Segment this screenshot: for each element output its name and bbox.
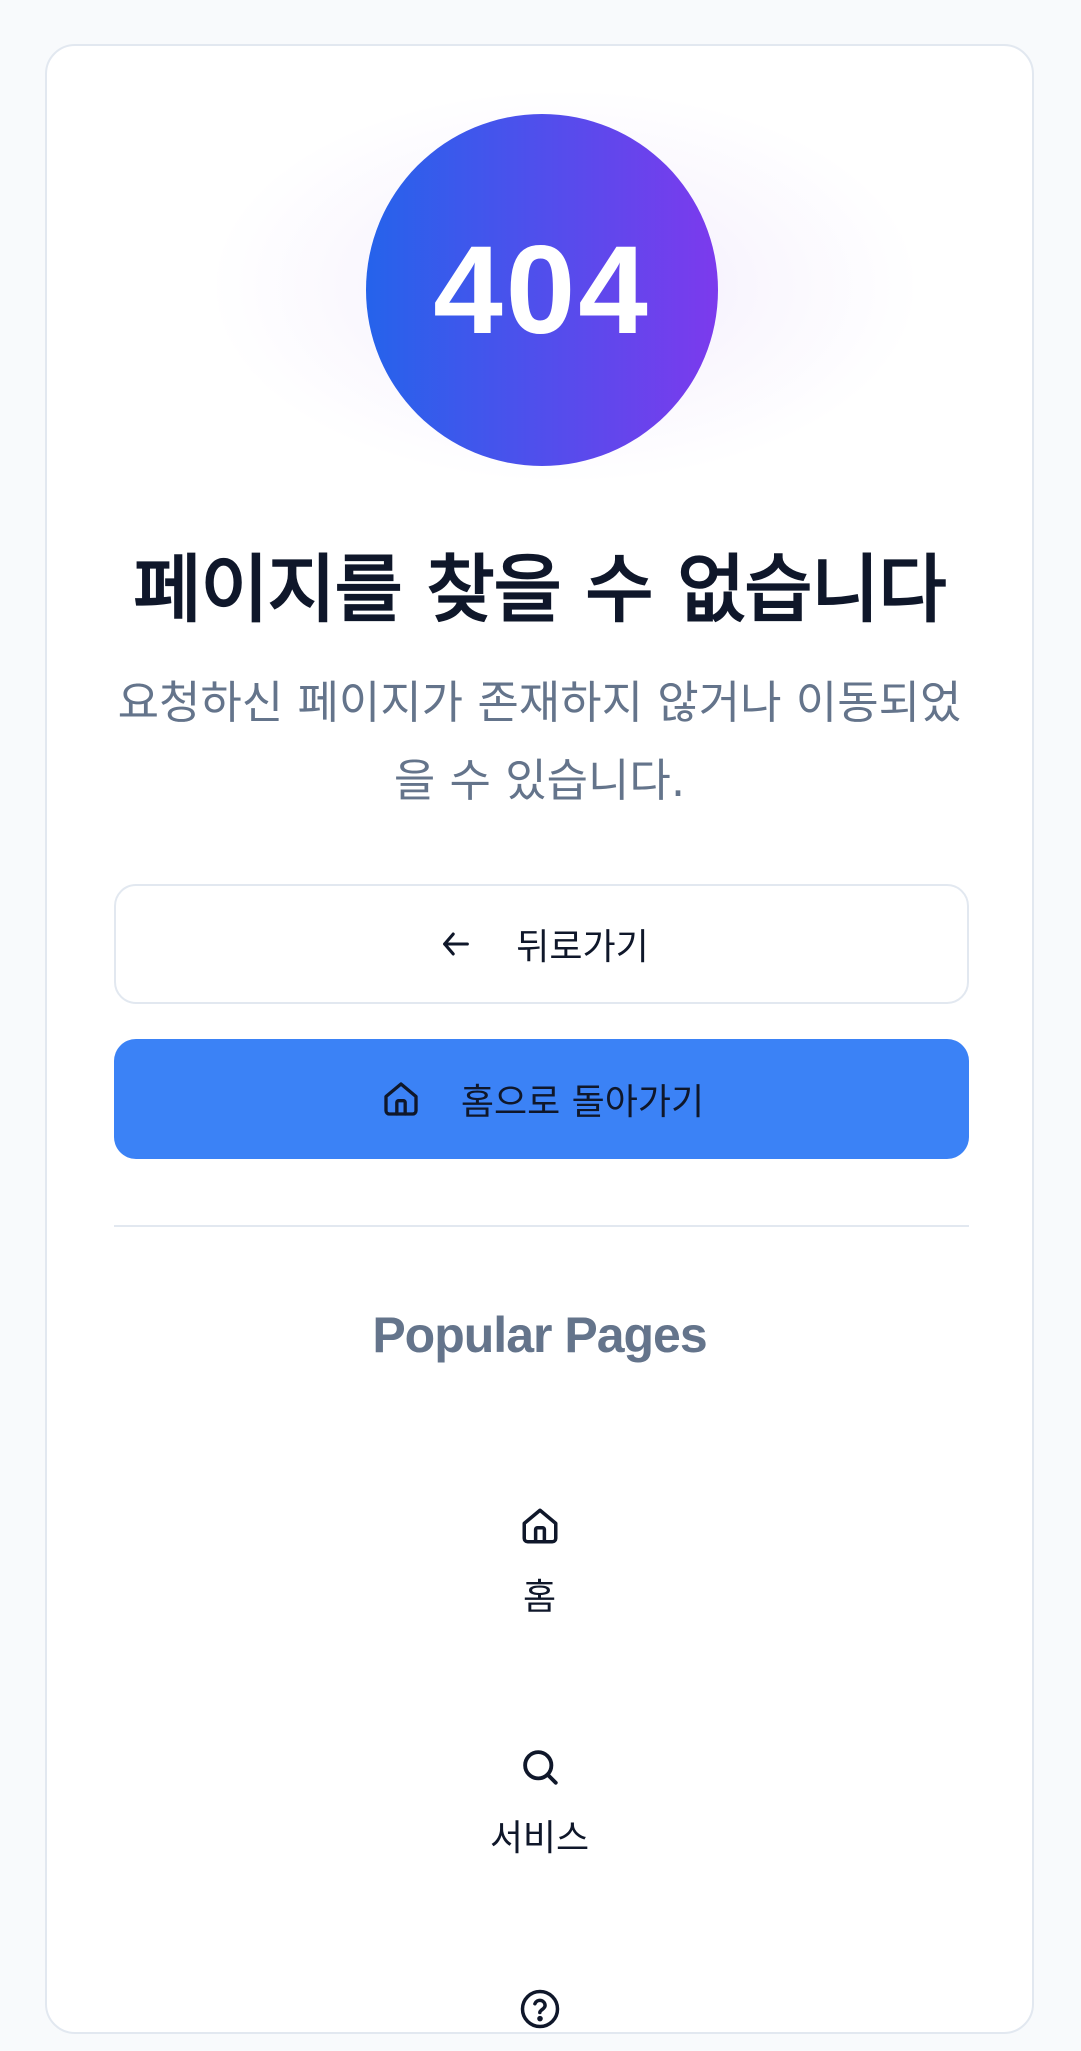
popular-item-help[interactable]	[47, 1985, 1032, 2051]
back-button-label: 뒤로가기	[516, 927, 649, 968]
home-button[interactable]: 홈으로 돌아가기	[114, 1039, 969, 1159]
search-icon	[516, 1743, 564, 1791]
error-card: 404 페이지를 찾을 수 없습니다 요청하신 페이지가 존재하지 않거나 이동…	[45, 44, 1034, 2034]
arrow-left-icon	[434, 922, 478, 966]
popular-item-services[interactable]: 서비스	[47, 1743, 1032, 1861]
error-code-badge: 404	[366, 114, 718, 466]
popular-item-label: 홈	[522, 1577, 557, 1618]
error-description: 요청하신 페이지가 존재하지 않거나 이동되었을 수 있습니다.	[117, 676, 962, 807]
home-icon	[516, 1502, 564, 1550]
error-code: 404	[433, 220, 651, 360]
page-title: 페이지를 찾을 수 없습니다	[133, 547, 946, 633]
back-button[interactable]: 뒤로가기	[114, 884, 969, 1004]
help-circle-icon	[516, 1985, 564, 2033]
popular-item-label: 서비스	[489, 1818, 590, 1859]
divider	[114, 1225, 969, 1227]
home-icon	[379, 1077, 423, 1121]
home-button-label: 홈으로 돌아가기	[460, 1082, 705, 1123]
popular-item-home[interactable]: 홈	[47, 1502, 1032, 1620]
popular-pages-title: Popular Pages	[372, 1307, 707, 1363]
